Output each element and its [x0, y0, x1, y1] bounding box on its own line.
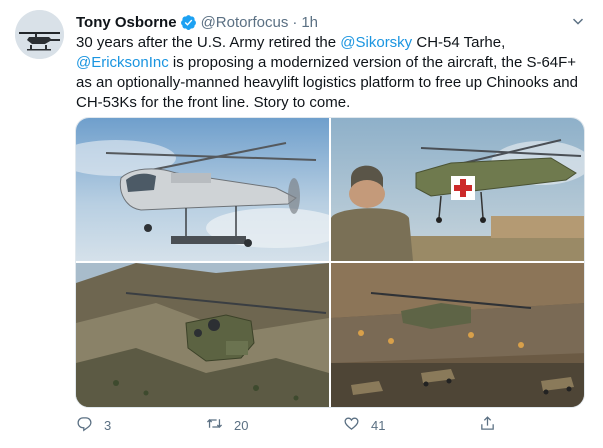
media-photo-mountain-flight[interactable]	[76, 263, 329, 407]
retweet-icon	[206, 415, 223, 435]
tweet-text: 30 years after the U.S. Army retired the…	[76, 33, 591, 113]
retweet-button[interactable]: 20	[206, 414, 248, 436]
tweet-text-part: CH-54 Tarhe,	[412, 34, 506, 51]
media-grid	[75, 117, 585, 408]
author-handle[interactable]: @Rotorfocus	[201, 14, 289, 31]
separator-dot: ·	[292, 13, 298, 31]
mention-link-erickson[interactable]: @EricksonInc	[76, 54, 169, 71]
media-photo-medevac-helicopter[interactable]	[331, 118, 584, 261]
tweet-text-part: 30 years after the U.S. Army retired the	[76, 34, 341, 51]
share-button[interactable]	[479, 414, 496, 436]
tweet[interactable]: Tony Osborne @Rotorfocus · 1h 30 years a…	[0, 0, 603, 448]
reply-icon	[76, 415, 93, 435]
reply-button[interactable]: 3	[76, 414, 111, 436]
share-icon	[479, 415, 496, 435]
media-photo-skycrane-lift[interactable]	[76, 118, 329, 261]
like-button[interactable]: 41	[343, 414, 385, 436]
reply-count: 3	[104, 417, 112, 433]
tweet-actions: 3 20 41	[76, 414, 591, 436]
heart-icon	[343, 415, 360, 435]
retweet-count: 20	[234, 417, 249, 433]
more-options-icon[interactable]	[567, 12, 589, 30]
author-name[interactable]: Tony Osborne	[76, 14, 177, 31]
tweet-timestamp[interactable]: 1h	[301, 14, 318, 31]
media-photo-desert-convoy[interactable]	[331, 263, 584, 407]
avatar[interactable]	[15, 10, 64, 59]
tweet-header: Tony Osborne @Rotorfocus · 1h	[76, 12, 318, 32]
verified-badge-icon	[180, 14, 197, 31]
like-count: 41	[371, 417, 386, 433]
mention-link-sikorsky[interactable]: @Sikorsky	[340, 34, 412, 51]
